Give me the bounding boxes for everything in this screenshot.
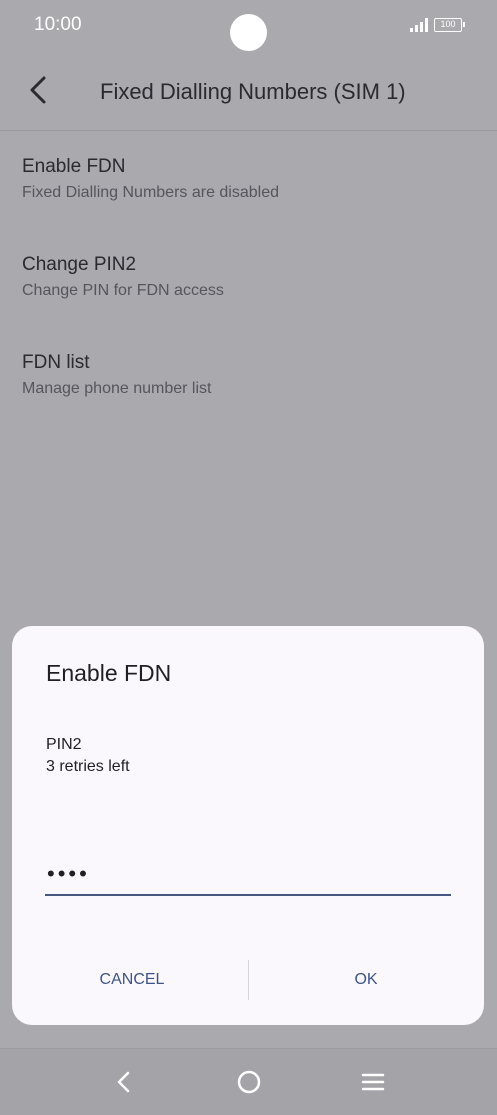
dialog-pin-label: PIN2 — [46, 736, 82, 753]
ok-button[interactable]: OK — [286, 962, 446, 998]
app-header: Fixed Dialling Numbers (SIM 1) — [0, 52, 497, 131]
status-time: 10:00 — [34, 14, 82, 35]
back-button[interactable] — [22, 72, 56, 108]
pin2-input-value: •••• — [47, 861, 90, 886]
navigation-bar — [0, 1048, 497, 1115]
screen: 10:00 100 Fixed Dialling Numbers (SIM 1)… — [0, 0, 497, 1115]
front-camera — [230, 14, 267, 51]
signal-icon — [410, 18, 428, 32]
list-item-subtitle: Change PIN for FDN access — [22, 282, 224, 299]
list-item-title: Enable FDN — [22, 156, 126, 177]
nav-back-button[interactable] — [107, 1065, 141, 1099]
battery-icon: 100 — [434, 18, 465, 32]
dialog-title: Enable FDN — [46, 660, 172, 686]
list-item-subtitle: Manage phone number list — [22, 380, 212, 397]
list-item-title: FDN list — [22, 352, 90, 373]
list-item-title: Change PIN2 — [22, 254, 137, 275]
dialog-retries-text: 3 retries left — [46, 758, 130, 775]
button-divider — [248, 960, 249, 1000]
settings-list: Enable FDN Fixed Dialling Numbers are di… — [0, 140, 497, 434]
status-bar: 10:00 100 — [0, 0, 497, 52]
pin2-input[interactable]: •••• — [45, 858, 451, 896]
list-item-change-pin2[interactable]: Change PIN2 Change PIN for FDN access — [0, 238, 497, 336]
list-item-fdn-list[interactable]: FDN list Manage phone number list — [0, 336, 497, 434]
back-icon — [117, 1071, 130, 1093]
enable-fdn-dialog: Enable FDN PIN2 3 retries left •••• CANC… — [12, 626, 484, 1025]
chevron-left-icon — [30, 76, 46, 104]
battery-level: 100 — [440, 19, 456, 29]
recents-icon — [361, 1073, 385, 1091]
page-title: Fixed Dialling Numbers (SIM 1) — [100, 79, 406, 104]
cancel-button[interactable]: CANCEL — [52, 962, 212, 998]
nav-recents-button[interactable] — [356, 1065, 390, 1099]
list-item-subtitle: Fixed Dialling Numbers are disabled — [22, 184, 280, 201]
home-icon — [237, 1070, 261, 1094]
nav-home-button[interactable] — [232, 1065, 266, 1099]
list-item-enable-fdn[interactable]: Enable FDN Fixed Dialling Numbers are di… — [0, 140, 497, 238]
